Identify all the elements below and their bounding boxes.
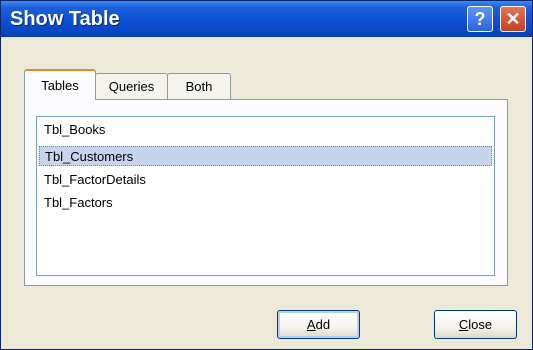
list-item[interactable]: Tbl_Books [39,120,492,140]
close-mnemonic: C [458,317,469,332]
close-icon: ✕ [505,8,521,29]
tab-tables[interactable]: Tables [24,69,96,100]
tables-listbox[interactable]: Tbl_Books Tbl_Customers Tbl_FactorDetail… [36,116,495,276]
tab-queries[interactable]: Queries [95,73,168,99]
close-label-rest: lose [468,317,493,332]
list-item-label: Tbl_Books [44,122,106,137]
help-button[interactable]: ? [467,6,493,32]
list-item[interactable]: Tbl_FactorDetails [39,170,492,190]
close-button[interactable]: Close [434,310,517,339]
add-mnemonic: A [306,317,316,332]
tab-label: Queries [108,79,155,94]
tab-both[interactable]: Both [167,73,231,99]
add-label-rest: dd [315,317,331,332]
add-button[interactable]: Add [277,310,360,339]
title-bar[interactable]: Show Table ? ✕ [1,1,532,37]
help-icon: ? [474,8,486,29]
tab-label: Both [185,79,213,94]
list-item-label: Tbl_FactorDetails [44,172,146,187]
close-window-button[interactable]: ✕ [500,6,526,32]
list-item[interactable]: Tbl_Factors [39,193,492,213]
list-item-label: Tbl_Customers [45,149,134,164]
list-item-label: Tbl_Factors [44,195,113,210]
tab-label: Tables [41,78,79,93]
list-item-selected[interactable]: Tbl_Customers [39,146,492,166]
window-title: Show Table [10,8,120,30]
